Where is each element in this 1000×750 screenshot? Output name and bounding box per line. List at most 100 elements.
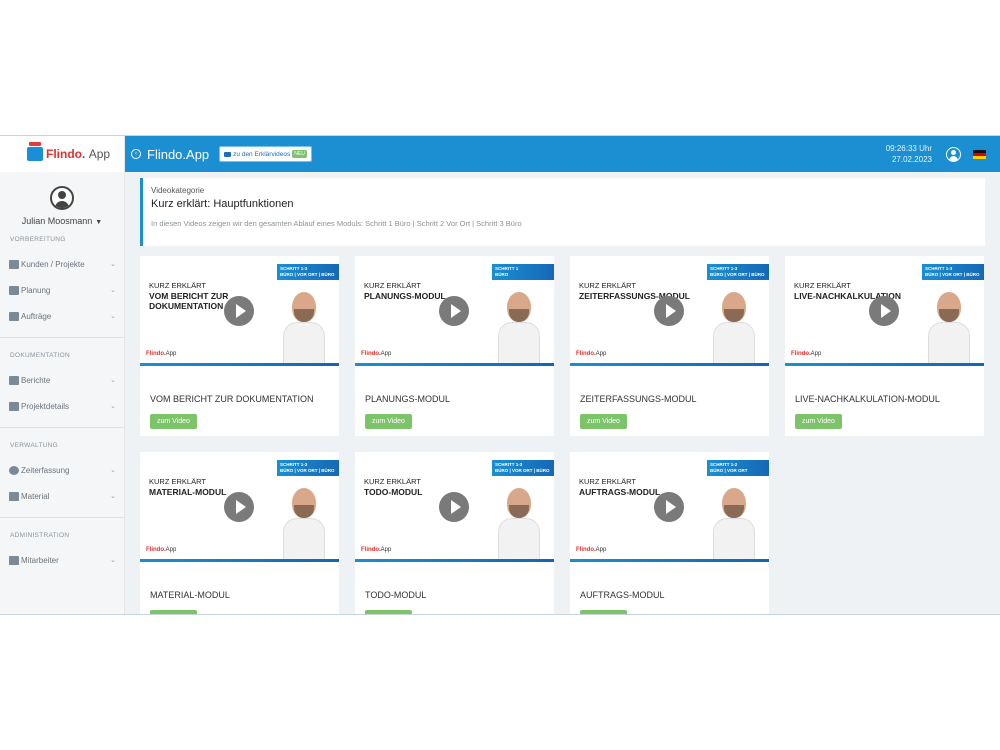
video-thumbnail[interactable]: SCHRITT 1 BÜRO KURZ ERKLÄRT PLANUNGS-MODUL F… xyxy=(355,256,554,366)
sidebar-item-zeiterfassung[interactable]: Zeiterfassung ⌄ xyxy=(0,457,124,483)
chevron-down-icon: ⌄ xyxy=(110,313,116,320)
user-icon[interactable] xyxy=(946,146,961,162)
presenter-image xyxy=(713,488,755,562)
play-icon[interactable] xyxy=(654,296,684,326)
thumb-logo: Flindo.App xyxy=(146,351,176,357)
section-label-verwaltung: VERWALTUNG xyxy=(10,442,59,449)
logo[interactable]: Flindo. App xyxy=(0,136,124,172)
flag-de-icon[interactable] xyxy=(973,149,986,159)
play-icon[interactable] xyxy=(224,492,254,522)
thumb-logo-word: Flindo. xyxy=(361,547,381,553)
thumb-logo: Flindo.App xyxy=(576,547,606,553)
clock: 09:26:33 Uhr 27.02.2023 xyxy=(886,143,932,165)
video-thumbnail[interactable]: SCHRITT 1-3 BÜRO | VOR ORT | BÜRO KURZ ERK… xyxy=(140,256,339,366)
sidebar-item-kunden-projekte[interactable]: Kunden / Projekte ⌄ xyxy=(0,251,124,277)
sidebar-item-label: Aufträge xyxy=(21,311,52,321)
schritt-badge: SCHRITT 1 BÜRO xyxy=(492,264,554,280)
thumb-logo-word: Flindo. xyxy=(361,351,381,357)
sidebar-item-material[interactable]: Material ⌄ xyxy=(0,483,124,509)
presenter-image xyxy=(498,292,540,366)
user-block[interactable]: Julian Moosmann ▼ xyxy=(0,172,124,226)
divider xyxy=(0,427,124,428)
zum-video-button[interactable]: zum Video xyxy=(150,414,197,429)
schritt-badge: SCHRITT 1-3 BÜRO | VOR ORT | BÜRO xyxy=(492,460,554,476)
play-icon[interactable] xyxy=(224,296,254,326)
thumb-logo-app: App xyxy=(595,547,607,553)
video-card: SCHRITT 1 BÜRO KURZ ERKLÄRT PLANUNGS-MODUL F… xyxy=(355,256,554,436)
chevron-down-icon: ⌄ xyxy=(110,493,116,500)
play-icon[interactable] xyxy=(869,296,899,326)
section-label-administration: ADMINISTRATION xyxy=(10,532,70,539)
chevron-down-icon: ⌄ xyxy=(110,261,116,268)
thumb-logo-word: Flindo. xyxy=(576,547,596,553)
category-label: Videokategorie xyxy=(151,186,205,195)
thumb-bottom-bar xyxy=(140,363,339,366)
thumb-title: ZEITERFASSUNGS-MODUL xyxy=(579,291,690,301)
list-icon xyxy=(9,491,19,501)
zum-video-button[interactable]: zum Video xyxy=(150,610,197,614)
zum-video-button[interactable]: zum Video xyxy=(365,610,412,614)
sidebar: Flindo. App Julian Moosmann ▼ VORBEREITUN… xyxy=(0,136,125,614)
thumb-logo-app: App xyxy=(380,351,392,357)
schritt-badge: SCHRITT 1-3 BÜRO | VOR ORT | BÜRO xyxy=(277,264,339,280)
sidebar-item-label: Kunden / Projekte xyxy=(21,259,85,269)
thumb-bottom-bar xyxy=(570,559,769,562)
thumb-kurz-erklaert: KURZ ERKLÄRT xyxy=(794,281,851,290)
back-icon[interactable]: ‹ xyxy=(131,149,141,159)
zum-video-button[interactable]: zum Video xyxy=(365,414,412,429)
schritt-line2: BÜRO | VOR ORT | BÜRO xyxy=(495,468,550,473)
users-icon xyxy=(9,555,19,565)
video-thumbnail[interactable]: SCHRITT 1-3 BÜRO | VOR ORT | BÜRO KURZ ERK… xyxy=(140,452,339,562)
zum-video-button[interactable]: zum Video xyxy=(580,610,627,614)
thumb-logo: Flindo.App xyxy=(146,547,176,553)
video-title: ZEITERFASSUNGS-MODUL xyxy=(580,394,697,404)
video-title: MATERIAL-MODUL xyxy=(150,590,230,600)
schritt-badge: SCHRITT 1-2 BÜRO | VOR ORT xyxy=(707,460,769,476)
thumb-bottom-bar xyxy=(785,363,984,366)
thumb-title: TODO-MODUL xyxy=(364,487,423,497)
play-icon[interactable] xyxy=(439,296,469,326)
video-card: SCHRITT 1-3 BÜRO | VOR ORT | BÜRO KURZ ERK… xyxy=(355,452,554,614)
chevron-down-icon: ⌄ xyxy=(110,377,116,384)
zum-video-button[interactable]: zum Video xyxy=(795,414,842,429)
thumb-logo-app: App xyxy=(810,351,822,357)
sidebar-item-mitarbeiter[interactable]: Mitarbeiter ⌄ xyxy=(0,547,124,573)
document-icon xyxy=(9,401,19,411)
video-card: SCHRITT 1-3 BÜRO | VOR ORT | BÜRO KURZ ERK… xyxy=(140,256,339,436)
video-card: SCHRITT 1-3 BÜRO | VOR ORT | BÜRO KURZ ERK… xyxy=(785,256,984,436)
video-title: LIVE-NACHKALKULATION-MODUL xyxy=(795,394,940,404)
schritt-badge: SCHRITT 1-3 BÜRO | VOR ORT | BÜRO xyxy=(707,264,769,280)
sidebar-item-projektdetails[interactable]: Projektdetails ⌄ xyxy=(0,393,124,419)
video-title: VOM BERICHT ZUR DOKUMENTATION xyxy=(150,394,314,404)
play-icon[interactable] xyxy=(654,492,684,522)
chevron-down-icon: ⌄ xyxy=(110,403,116,410)
user-name[interactable]: Julian Moosmann ▼ xyxy=(0,216,124,226)
video-thumbnail[interactable]: SCHRITT 1-3 BÜRO | VOR ORT | BÜRO KURZ ERK… xyxy=(355,452,554,562)
zum-video-button[interactable]: zum Video xyxy=(580,414,627,429)
category-title: Kurz erklärt: Hauptfunktionen xyxy=(151,198,294,210)
list-icon xyxy=(9,311,19,321)
video-thumbnail[interactable]: SCHRITT 1-3 BÜRO | VOR ORT | BÜRO KURZ ERK… xyxy=(570,256,769,366)
thumb-kurz-erklaert: KURZ ERKLÄRT xyxy=(364,477,421,486)
schritt-line2: BÜRO | VOR ORT | BÜRO xyxy=(710,272,765,277)
sidebar-item-auftraege[interactable]: Aufträge ⌄ xyxy=(0,303,124,329)
schritt-badge: SCHRITT 1-3 BÜRO | VOR ORT | BÜRO xyxy=(922,264,984,280)
schritt-line2: BÜRO | VOR ORT | BÜRO xyxy=(280,468,335,473)
video-thumbnail[interactable]: SCHRITT 1-3 BÜRO | VOR ORT | BÜRO KURZ ERK… xyxy=(785,256,984,366)
section-label-vorbereitung: VORBEREITUNG xyxy=(10,236,66,243)
sidebar-item-planung[interactable]: Planung ⌄ xyxy=(0,277,124,303)
video-thumbnail[interactable]: SCHRITT 1-2 BÜRO | VOR ORT KURZ ERKLÄRT AUF… xyxy=(570,452,769,562)
schritt-line2: BÜRO | VOR ORT | BÜRO xyxy=(925,272,980,277)
sidebar-item-label: Material xyxy=(21,491,50,501)
thumb-bottom-bar xyxy=(355,363,554,366)
thumb-kurz-erklaert: KURZ ERKLÄRT xyxy=(579,281,636,290)
clock-time: 09:26:33 Uhr xyxy=(885,144,932,153)
logo-badge-icon xyxy=(27,142,43,161)
topbar: ‹ Flindo.App zu den Erklärvideos NEU 09:… xyxy=(125,136,1000,172)
play-icon[interactable] xyxy=(439,492,469,522)
explainer-videos-link[interactable]: zu den Erklärvideos NEU xyxy=(219,146,312,162)
chevron-down-icon: ⌄ xyxy=(110,557,116,564)
presenter-image xyxy=(283,488,325,562)
sidebar-item-berichte[interactable]: Berichte ⌄ xyxy=(0,367,124,393)
app-window: Flindo. App Julian Moosmann ▼ VORBEREITUN… xyxy=(0,135,1000,615)
